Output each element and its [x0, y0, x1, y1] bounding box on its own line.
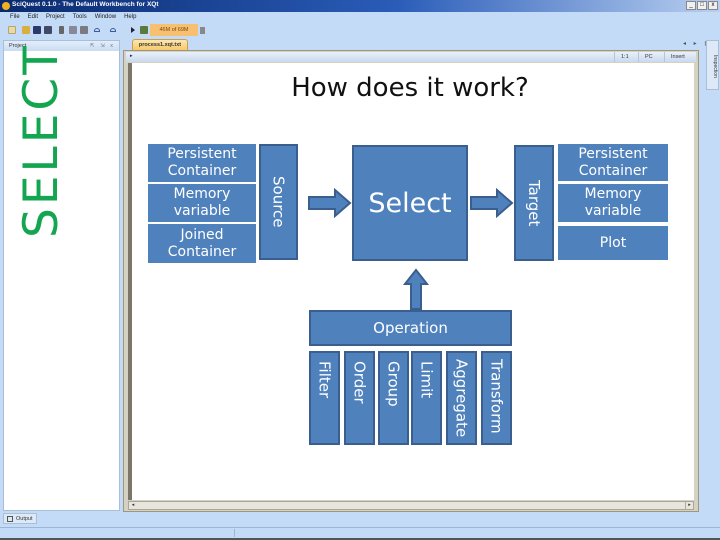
source-memory-variable-label: Memory variable — [173, 186, 231, 219]
encoding-indicator: PC — [638, 52, 653, 62]
operation-aggregate-label: Aggregate — [452, 359, 471, 438]
source-persistent-container-label: Persistent Container — [167, 146, 237, 179]
slide-title: How does it work? — [291, 73, 529, 103]
scroll-left-icon[interactable]: ◂ — [129, 502, 137, 509]
source-joined-container: Joined Container — [148, 224, 256, 263]
operation-transform-label: Transform — [487, 359, 506, 434]
status-separator — [234, 529, 235, 537]
operation-filter: Filter — [309, 351, 340, 445]
menu-tools[interactable]: Tools — [73, 12, 87, 23]
garbage-collect-icon[interactable] — [200, 27, 205, 34]
menu-help[interactable]: Help — [124, 12, 136, 23]
menu-window[interactable]: Window — [95, 12, 116, 23]
scroll-right-icon[interactable]: ▸ — [685, 502, 693, 509]
window-title: SciQuest 0.1.0 - The Default Workbench f… — [12, 1, 159, 8]
status-bar — [0, 527, 720, 538]
open-icon[interactable] — [22, 26, 30, 34]
operation-group-label: Group — [384, 361, 403, 407]
operation-order-label: Order — [350, 361, 369, 404]
deploy-icon[interactable] — [140, 26, 148, 34]
menu-edit[interactable]: Edit — [28, 12, 38, 23]
tab-process-file[interactable]: process1.xqt.txt — [132, 39, 188, 50]
target-plot-label: Plot — [599, 235, 627, 251]
cursor-position: 1:1 — [614, 52, 629, 62]
select-box: Select — [352, 145, 468, 261]
horizontal-scrollbar[interactable]: ◂ ▸ — [128, 501, 694, 510]
target-box: Target — [514, 145, 554, 261]
copy-icon[interactable] — [69, 26, 77, 34]
expand-arrow-icon[interactable]: ▸ — [130, 53, 133, 59]
title-bar: SciQuest 0.1.0 - The Default Workbench f… — [0, 0, 720, 12]
undo-icon[interactable] — [94, 28, 100, 32]
operation-transform: Transform — [481, 351, 512, 445]
source-persistent-container: Persistent Container — [148, 144, 256, 182]
run-icon[interactable] — [131, 27, 135, 33]
paste-icon[interactable] — [80, 26, 88, 34]
cut-icon[interactable] — [59, 26, 64, 34]
source-box: Source — [259, 144, 298, 260]
save-all-icon[interactable] — [44, 26, 52, 34]
target-persistent-container-label: Persistent Container — [578, 145, 648, 179]
project-panel-controls[interactable]: ⇱ ⇲ x — [90, 41, 115, 51]
select-label: Select — [368, 187, 452, 219]
arrow-right-icon — [470, 188, 514, 218]
operation-order: Order — [344, 351, 375, 445]
inspection-tab-label: Inspection — [712, 55, 718, 78]
output-tab-label: Output — [16, 516, 33, 522]
minimize-button[interactable]: _ — [686, 1, 696, 10]
editor-status-bar: ▸ 1:1 PC Insert — [126, 52, 696, 62]
source-label: Source — [269, 176, 288, 228]
close-button[interactable]: x — [708, 1, 718, 10]
menu-project[interactable]: Project — [46, 12, 65, 23]
operation-limit-label: Limit — [417, 361, 436, 399]
target-memory-variable: Memory variable — [558, 184, 668, 222]
output-tab[interactable]: Output — [3, 513, 37, 524]
target-plot: Plot — [558, 226, 668, 260]
new-icon[interactable] — [8, 26, 16, 34]
operation-group: Group — [378, 351, 409, 445]
target-memory-variable-label: Memory variable — [584, 186, 642, 219]
menu-bar: File Edit Project Tools Window Help — [0, 12, 720, 23]
target-label: Target — [525, 179, 543, 227]
insert-mode-indicator: Insert — [664, 52, 698, 62]
operation-aggregate: Aggregate — [446, 351, 477, 445]
redo-icon[interactable] — [110, 28, 116, 32]
save-icon[interactable] — [33, 26, 41, 34]
memory-indicator: 46M of 69M — [150, 24, 198, 36]
menu-file[interactable]: File — [10, 12, 20, 23]
operation-limit: Limit — [411, 351, 442, 445]
operation-label: Operation — [373, 319, 448, 337]
output-icon — [7, 516, 13, 522]
arrow-right-icon — [308, 188, 352, 218]
maximize-button[interactable]: □ — [697, 1, 707, 10]
target-persistent-container: Persistent Container — [558, 144, 668, 181]
toolbar — [0, 23, 720, 37]
operation-box: Operation — [309, 310, 512, 346]
application-window: SciQuest 0.1.0 - The Default Workbench f… — [0, 0, 720, 540]
operation-filter-label: Filter — [315, 361, 334, 399]
source-joined-container-label: Joined Container — [167, 226, 237, 260]
arrow-up-icon — [403, 268, 429, 310]
inspection-tab[interactable]: Inspection — [706, 40, 719, 90]
slide-side-label: SELECT — [14, 43, 69, 238]
app-logo-icon — [2, 2, 10, 10]
source-memory-variable: Memory variable — [148, 184, 256, 222]
